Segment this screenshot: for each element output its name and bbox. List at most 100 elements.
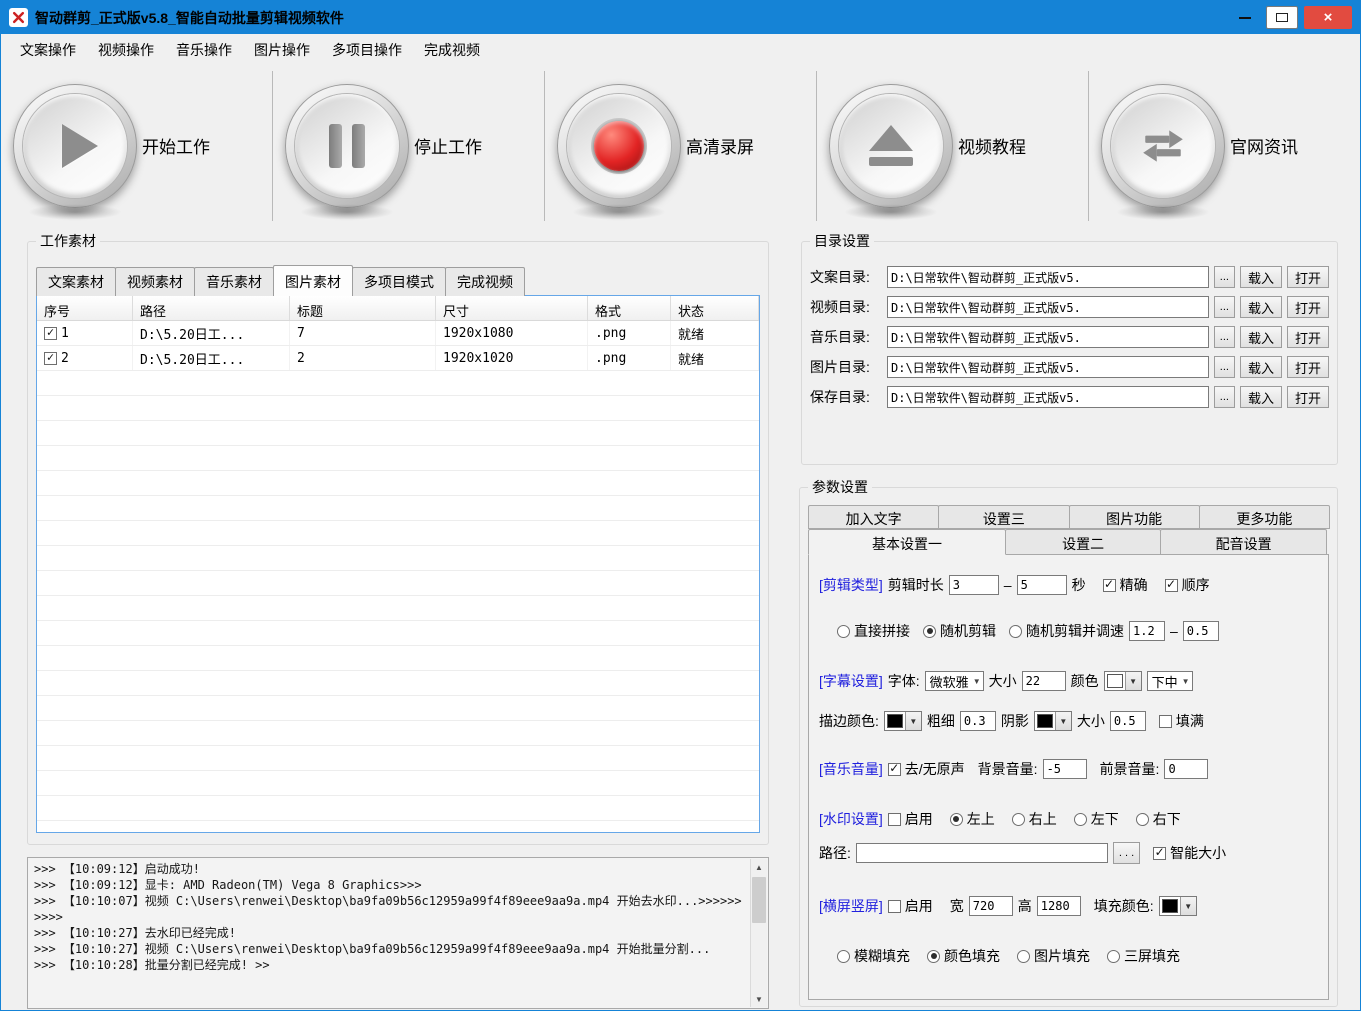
table-row[interactable]: 2 D:\5.20日工... 2 1920x1020 .png 就绪 [37,346,759,371]
open-button[interactable]: 打开 [1287,326,1329,348]
wm-pos-bottom-left[interactable]: 左下 [1074,809,1119,829]
height-input[interactable] [1037,896,1081,916]
tab-image-material[interactable]: 图片素材 [273,265,353,296]
browse-button[interactable]: ... [1214,266,1235,288]
menu-item-multiproject-ops[interactable]: 多项目操作 [321,35,413,65]
menu-item-image-ops[interactable]: 图片操作 [243,35,321,65]
browse-button[interactable]: ... [1214,296,1235,318]
browse-button[interactable]: ... [1214,356,1235,378]
col-path[interactable]: 路径 [133,296,290,320]
browse-button[interactable]: ... [1214,386,1235,408]
order-checkbox[interactable]: 顺序 [1165,575,1210,595]
maximize-button[interactable] [1266,6,1298,29]
col-status[interactable]: 状态 [671,296,759,320]
fill-color-picker[interactable]: ▼ [1159,896,1197,916]
open-button[interactable]: 打开 [1287,266,1329,288]
scroll-thumb[interactable] [752,877,766,923]
fg-volume-input[interactable] [1164,759,1208,779]
menu-item-text-ops[interactable]: 文案操作 [9,35,87,65]
text-dir-input[interactable] [887,266,1209,288]
fill-mode-row: 模糊填充 颜色填充 图片填充 三屏填充 [837,946,1318,966]
mode-radio-direct[interactable]: 直接拼接 [837,621,910,641]
tab-settings-3[interactable]: 设置三 [938,505,1069,529]
tab-finished-video[interactable]: 完成视频 [445,267,525,296]
log-scrollbar[interactable]: ▲ ▼ [750,859,767,1007]
fill-radio-blur[interactable]: 模糊填充 [837,946,910,966]
scroll-up-icon[interactable]: ▲ [751,859,767,875]
font-color-picker[interactable]: ▼ [1104,671,1142,691]
minimize-button[interactable] [1230,6,1260,29]
smart-size-checkbox[interactable]: 智能大小 [1153,843,1226,863]
load-button[interactable]: 载入 [1240,386,1282,408]
load-button[interactable]: 载入 [1240,356,1282,378]
menu-item-music-ops[interactable]: 音乐操作 [165,35,243,65]
col-seq[interactable]: 序号 [37,296,133,320]
row-checkbox[interactable] [44,327,57,340]
speed-max-input[interactable] [1183,621,1219,641]
official-news-button[interactable] [1101,84,1225,208]
width-input[interactable] [969,896,1013,916]
orientation-enable-checkbox[interactable]: 启用 [888,896,933,916]
menu-item-video-ops[interactable]: 视频操作 [87,35,165,65]
screen-record-button[interactable] [557,84,681,208]
font-family-select[interactable]: 微软雅▼ [925,671,984,691]
tab-video-material[interactable]: 视频素材 [115,267,195,296]
scroll-down-icon[interactable]: ▼ [751,991,767,1007]
table-row[interactable]: 1 D:\5.20日工... 7 1920x1080 .png 就绪 [37,321,759,346]
music-dir-input[interactable] [887,326,1209,348]
shadow-size-input[interactable] [1110,711,1146,731]
tab-multi-project[interactable]: 多项目模式 [352,267,446,296]
duration-max-input[interactable] [1017,575,1067,595]
col-size[interactable]: 尺寸 [436,296,588,320]
row-checkbox[interactable] [44,352,57,365]
watermark-browse-button[interactable]: . . . [1113,842,1140,864]
bg-volume-input[interactable] [1043,759,1087,779]
watermark-path-input[interactable] [856,843,1108,863]
col-title[interactable]: 标题 [290,296,436,320]
wm-pos-top-left[interactable]: 左上 [950,809,995,829]
wm-pos-top-right[interactable]: 右上 [1012,809,1057,829]
close-button[interactable]: × [1304,6,1352,29]
tab-add-text[interactable]: 加入文字 [808,505,939,529]
stop-work-button[interactable] [285,84,409,208]
video-tutorial-button[interactable] [829,84,953,208]
wm-pos-bottom-right[interactable]: 右下 [1136,809,1181,829]
start-work-button[interactable] [13,84,137,208]
tab-more-functions[interactable]: 更多功能 [1199,505,1330,529]
speed-min-input[interactable] [1129,621,1165,641]
shadow-color-picker[interactable]: ▼ [1034,711,1072,731]
fill-radio-color[interactable]: 颜色填充 [927,946,1000,966]
tab-music-material[interactable]: 音乐素材 [194,267,274,296]
menu-item-finish-video[interactable]: 完成视频 [413,35,491,65]
precise-checkbox[interactable]: 精确 [1103,575,1148,595]
window-title: 智动群剪_正式版v5.8_智能自动批量剪辑视频软件 [35,8,344,28]
fill-radio-three-screen[interactable]: 三屏填充 [1107,946,1180,966]
fill-radio-image[interactable]: 图片填充 [1017,946,1090,966]
open-button[interactable]: 打开 [1287,386,1329,408]
mute-checkbox[interactable]: 去/无原声 [888,759,965,779]
load-button[interactable]: 载入 [1240,296,1282,318]
load-button[interactable]: 载入 [1240,266,1282,288]
outline-width-input[interactable] [960,711,996,731]
image-dir-input[interactable] [887,356,1209,378]
font-size-input[interactable] [1022,671,1066,691]
col-format[interactable]: 格式 [588,296,671,320]
load-button[interactable]: 载入 [1240,326,1282,348]
tab-dubbing-settings[interactable]: 配音设置 [1160,529,1327,555]
tab-text-material[interactable]: 文案素材 [36,267,116,296]
open-button[interactable]: 打开 [1287,296,1329,318]
outline-color-picker[interactable]: ▼ [884,711,922,731]
browse-button[interactable]: ... [1214,326,1235,348]
tab-basic-settings-1[interactable]: 基本设置一 [808,529,1006,555]
watermark-enable-checkbox[interactable]: 启用 [888,809,933,829]
mode-radio-random[interactable]: 随机剪辑 [923,621,996,641]
open-button[interactable]: 打开 [1287,356,1329,378]
tab-image-functions[interactable]: 图片功能 [1069,505,1200,529]
tab-settings-2[interactable]: 设置二 [1005,529,1161,555]
fill-checkbox[interactable]: 填满 [1159,711,1204,731]
duration-min-input[interactable] [949,575,999,595]
subtitle-position-select[interactable]: 下中▼ [1147,671,1193,691]
mode-radio-random-speed[interactable]: 随机剪辑并调速 [1009,621,1124,641]
video-dir-input[interactable] [887,296,1209,318]
save-dir-input[interactable] [887,386,1209,408]
